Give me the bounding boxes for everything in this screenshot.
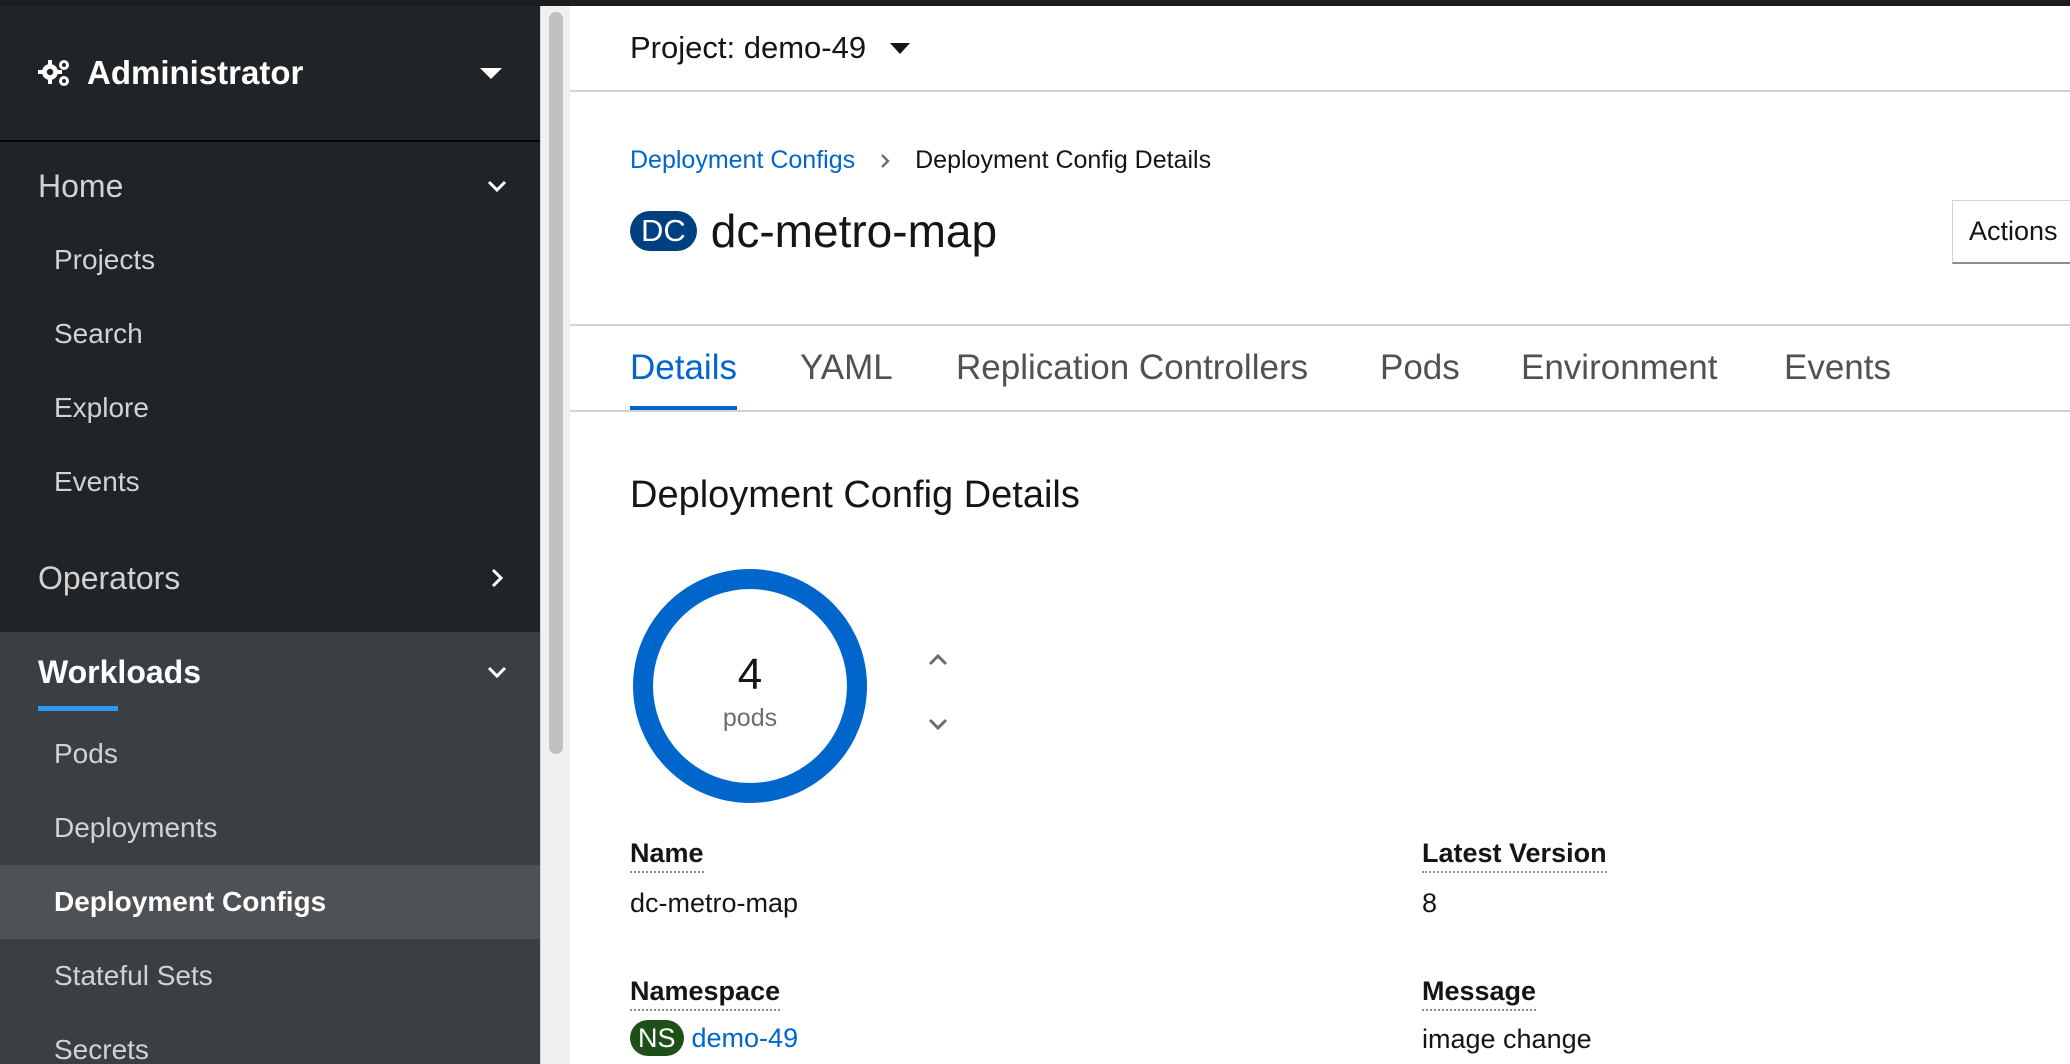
namespace-value: NS demo-49 [630, 1020, 798, 1056]
nav-section-workloads[interactable]: Workloads [0, 632, 540, 712]
tab-label: Details [630, 348, 737, 387]
tab-environment[interactable]: Environment [1521, 326, 1717, 410]
caret-down-icon [890, 42, 911, 54]
page-title: DC dc-metro-map [630, 204, 997, 258]
latest-version-label: Latest Version [1422, 838, 1607, 873]
latest-version-value: 8 [1422, 888, 1438, 918]
nav-item-label: Stateful Sets [54, 960, 213, 991]
name-label: Name [630, 838, 704, 873]
nav-item-deployment-configs[interactable]: Deployment Configs [0, 865, 540, 939]
gears-icon [38, 60, 69, 86]
nav-item-deployments[interactable]: Deployments [0, 791, 540, 865]
tab-label: Pods [1380, 348, 1460, 387]
chevron-right-icon [491, 568, 504, 588]
tab-label: Replication Controllers [956, 348, 1309, 387]
nav-item-label: Secrets [54, 1034, 149, 1064]
perspective-switcher[interactable]: Administrator [0, 6, 540, 142]
nav-item-label: Projects [54, 244, 156, 275]
nav-item-label: Deployment Configs [54, 886, 327, 917]
nav-item-label: Deployments [54, 812, 218, 843]
nav-item-label: Explore [54, 392, 149, 423]
nav-item-label: Pods [54, 738, 118, 769]
nav-item-label: Events [54, 466, 140, 497]
nav-item-secrets[interactable]: Secrets [0, 1013, 540, 1064]
tab-label: Environment [1521, 348, 1718, 387]
chevron-down-icon [487, 180, 507, 193]
resource-name: dc-metro-map [710, 205, 998, 257]
breadcrumb-current: Deployment Config Details [915, 146, 1212, 174]
main-content: Project: demo-49 Deployment Configs Depl… [570, 6, 2070, 1064]
name-value: dc-metro-map [630, 888, 799, 918]
actions-label: Actions [1969, 216, 2058, 246]
sidebar-scrollbar-thumb[interactable] [549, 12, 563, 754]
tab-events[interactable]: Events [1784, 326, 1891, 410]
tab-yaml[interactable]: YAML [800, 326, 893, 410]
tab-bar: Details YAML Replication Controllers Pod… [570, 324, 2070, 412]
pod-count: 4 [737, 650, 763, 699]
nav-section-label: Workloads [38, 653, 201, 690]
nav-section-operators[interactable]: Operators [0, 538, 540, 618]
nav-item-explore[interactable]: Explore [0, 371, 540, 445]
tab-label: Events [1784, 348, 1891, 387]
scale-up-icon[interactable] [918, 640, 958, 680]
project-dropdown[interactable]: Project: demo-49 [630, 30, 911, 66]
message-label: Message [1422, 976, 1537, 1011]
nav-item-events[interactable]: Events [0, 445, 540, 519]
nav-section-home[interactable]: Home [0, 146, 540, 226]
namespace-link[interactable]: demo-49 [692, 1023, 799, 1053]
nav-section-label: Operators [38, 559, 181, 596]
nav-item-pods[interactable]: Pods [0, 717, 540, 791]
tab-details[interactable]: Details [630, 326, 737, 410]
chevron-down-icon [487, 666, 507, 679]
tab-replication-controllers[interactable]: Replication Controllers [956, 326, 1308, 410]
tab-pods[interactable]: Pods [1380, 326, 1460, 410]
pod-count-donut: 4 pods [630, 566, 870, 806]
pod-count-label: pods [722, 704, 778, 732]
scale-down-icon[interactable] [918, 704, 958, 744]
nav-item-projects[interactable]: Projects [0, 223, 540, 297]
chevron-right-icon [881, 153, 890, 168]
breadcrumb: Deployment Configs Deployment Config Det… [630, 146, 1211, 175]
sidebar: Administrator Home Projects Search Explo… [0, 6, 540, 1064]
perspective-label: Administrator [87, 54, 304, 91]
caret-down-icon [480, 68, 502, 79]
resource-badge: DC [630, 211, 697, 251]
tab-label: YAML [800, 348, 893, 387]
breadcrumb-link-deployment-configs[interactable]: Deployment Configs [630, 146, 855, 175]
actions-button[interactable]: Actions [1952, 200, 2070, 264]
message-value: image change [1422, 1024, 1592, 1054]
namespace-badge: NS [630, 1020, 684, 1056]
nav-item-stateful-sets[interactable]: Stateful Sets [0, 939, 540, 1013]
active-section-indicator [38, 706, 118, 711]
project-bar: Project: demo-49 [570, 6, 2070, 92]
nav-item-label: Search [54, 318, 143, 349]
nav-item-search[interactable]: Search [0, 297, 540, 371]
project-label: Project: demo-49 [630, 30, 867, 65]
nav-section-label: Home [38, 167, 124, 204]
section-title: Deployment Config Details [630, 474, 1080, 516]
namespace-label: Namespace [630, 976, 781, 1011]
